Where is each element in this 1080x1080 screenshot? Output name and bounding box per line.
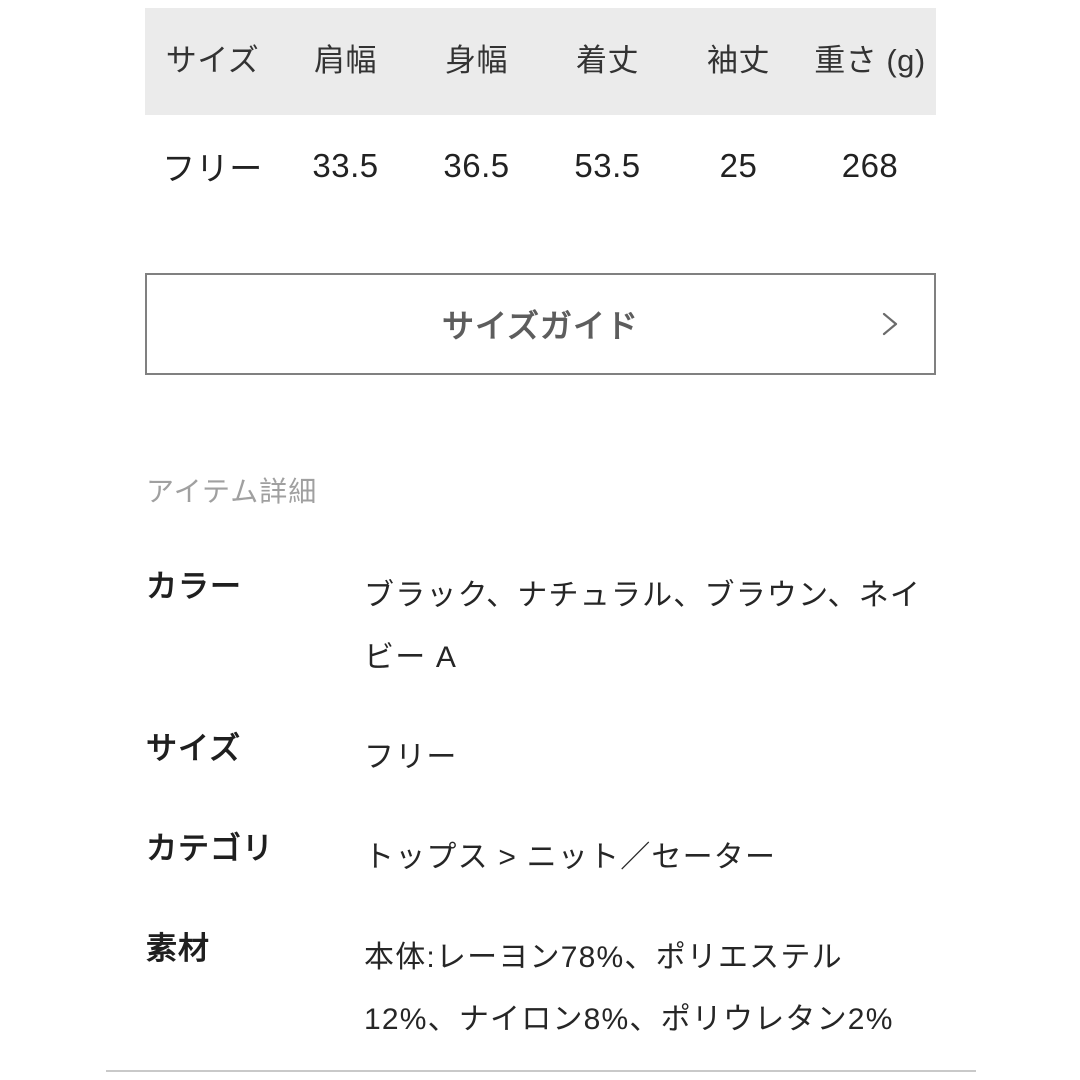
size-guide-label: サイズガイド <box>441 308 640 344</box>
detail-label-category: カテゴリ <box>146 831 274 867</box>
detail-label-material: 素材 <box>146 931 210 967</box>
size-table-header: サイズ 肩幅 身幅 着丈 袖丈 重さ (g) <box>145 8 936 115</box>
size-measurement-table: サイズ 肩幅 身幅 着丈 袖丈 重さ (g) フリー 33.5 36.5 53.… <box>145 8 936 217</box>
detail-value-material: 本体:レーヨン78%、ポリエステル12%、ナイロン8%、ポリウレタン2% <box>364 941 894 1037</box>
size-table-body: フリー 33.5 36.5 53.5 25 268 <box>145 115 936 217</box>
detail-row-material: 素材 本体:レーヨン78%、ポリエステル12%、ナイロン8%、ポリウレタン2% <box>146 927 946 1051</box>
cell-length: 53.5 <box>574 147 641 184</box>
column-header-shoulder: 肩幅 <box>314 43 377 79</box>
table-row: フリー 33.5 36.5 53.5 25 268 <box>145 115 936 217</box>
size-guide-button[interactable]: サイズガイド <box>145 273 936 375</box>
cell-shoulder: 33.5 <box>312 147 379 184</box>
detail-value-category: トップス > ニット／セーター <box>364 841 777 875</box>
size-table-header-row: サイズ 肩幅 身幅 着丈 袖丈 重さ (g) <box>145 8 936 115</box>
cell-weight: 268 <box>841 147 899 184</box>
column-header-weight: 重さ (g) <box>814 43 926 79</box>
item-detail-heading: アイテム詳細 <box>146 476 318 507</box>
cell-sleeve: 25 <box>719 147 758 184</box>
cell-size: フリー <box>162 150 263 187</box>
cell-chest: 36.5 <box>443 147 510 184</box>
column-header-size: サイズ <box>165 43 260 79</box>
column-header-chest: 身幅 <box>445 43 508 79</box>
detail-row-category: カテゴリ トップス > ニット／セーター <box>146 827 946 889</box>
detail-label-color: カラー <box>146 569 242 604</box>
column-header-length: 着丈 <box>576 43 639 79</box>
chevron-right-icon <box>876 311 902 337</box>
product-detail-page: サイズ 肩幅 身幅 着丈 袖丈 重さ (g) フリー 33.5 36.5 53.… <box>0 0 1080 1080</box>
detail-value-color: ブラック、ナチュラル、ブラウン、ネイビー A <box>364 579 922 675</box>
column-header-sleeve: 袖丈 <box>707 43 770 79</box>
detail-row-color: カラー ブラック、ナチュラル、ブラウン、ネイビー A <box>146 565 946 689</box>
section-divider <box>106 1070 976 1072</box>
item-detail-list: カラー ブラック、ナチュラル、ブラウン、ネイビー A サイズ フリー カテゴリ … <box>146 565 946 1052</box>
detail-value-size: フリー <box>364 741 458 775</box>
detail-label-size: サイズ <box>146 731 242 767</box>
detail-row-size: サイズ フリー <box>146 727 946 789</box>
